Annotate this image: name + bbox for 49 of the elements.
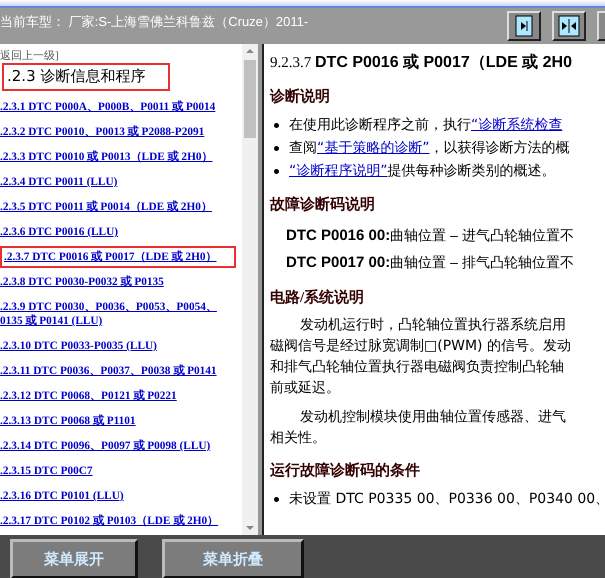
bullet-text: 未设置 DTC P0335 00、P0336 00、P0340 00、 — [289, 490, 605, 509]
section-heading: 故障诊断码说明 — [270, 195, 376, 214]
toolbar-button[interactable] — [507, 11, 541, 41]
bullet-icon — [274, 123, 279, 128]
bullet-text: 在使用此诊断程序之前，执行“诊断系统检查 — [289, 116, 562, 135]
section-heading: 电路/系统说明 — [270, 288, 366, 307]
code-description: DTC P0017 00:曲轴位置 – 排气凸轮轴位置不 — [285, 253, 575, 273]
link[interactable]: “诊断程序说明” — [289, 163, 388, 179]
tree-link[interactable]: .2.3.6 DTC P0016 (LLU) — [0, 225, 118, 239]
tree-link[interactable]: .2.3.3 DTC P0010 或 P0013（LDE 或 2H0） — [0, 150, 213, 164]
vehicle-model-label: 当前车型： 厂家:S-上海雪佛兰科鲁兹（Cruze）2011- — [0, 13, 308, 31]
paragraph-line: 和排气凸轮轴位置执行器电磁阀负责控制凸轮轴 — [270, 358, 565, 377]
link[interactable]: “基于策略的诊断” — [317, 140, 430, 156]
paragraph-line: 前或延迟。 — [270, 379, 341, 398]
bullet-text: 查阅“基于策略的诊断”，以获得诊断方法的概 — [289, 139, 570, 158]
back-link[interactable]: 返回上一级] — [0, 50, 59, 63]
scrollbar-thumb[interactable] — [244, 60, 256, 138]
tree-link[interactable]: .2.3.15 DTC P00C7 — [0, 464, 93, 478]
bullet-text: “诊断程序说明”提供每种诊断类别的概述。 — [289, 162, 556, 181]
paragraph-line: 相关性。 — [270, 429, 327, 448]
code-description: DTC P0016 00:曲轴位置 – 进气凸轮轴位置不 — [285, 226, 575, 246]
tree-link[interactable]: .2.3.14 DTC P0096、P0097 或 P0098 (LLU) — [0, 439, 210, 453]
link[interactable]: “诊断系统检查 — [471, 117, 562, 133]
bullet-icon — [274, 146, 279, 151]
tree-link[interactable]: .2.3.5 DTC P0011 或 P0014（LDE 或 2H0） — [0, 200, 212, 214]
section-heading: .2.3 诊断信息和程序 — [4, 65, 168, 89]
paragraph-line: 发动机运行时，凸轮轴位置执行器系统启用 — [299, 316, 567, 335]
tree-link[interactable]: .2.3.8 DTC P0030-P0032 或 P0135 — [0, 275, 164, 289]
document-title: 9.2.3.7 DTC P0016 或 P0017（LDE 或 2H0 — [270, 52, 573, 73]
tree-link[interactable]: .2.3.4 DTC P0011 (LLU) — [0, 175, 118, 189]
tree-link[interactable]: .2.3.10 DTC P0033-P0035 (LLU) — [0, 339, 157, 353]
arrows-inward-icon — [558, 15, 580, 37]
scrollbar[interactable] — [242, 44, 258, 535]
tree-link[interactable]: .2.3.13 DTC P0068 或 P1101 — [0, 414, 136, 428]
tree-link[interactable]: .2.3.2 DTC P0010、P0013 或 P2088-P2091 — [0, 125, 204, 139]
bullet-icon — [274, 497, 279, 502]
bullet-icon — [274, 169, 279, 174]
paragraph-line: 发动机控制模块使用曲轴位置传感器、进气 — [299, 408, 567, 427]
tree-link[interactable]: .2.3.9 DTC P0030、P0036、P0053、P0054、 0135 或 P0141 (LLU) — [0, 300, 217, 328]
toolbar-button[interactable] — [552, 11, 586, 41]
paragraph-line: 磁阀信号是经过脉宽调制□(PWM) 的信号。发动 — [270, 337, 572, 356]
tree-link[interactable]: .2.3.11 DTC P0036、P0037、P0038 或 P0141 — [0, 364, 217, 378]
tree-link[interactable]: .2.3.16 DTC P0101 (LLU) — [0, 489, 124, 503]
tree-link[interactable]: .2.3.17 DTC P0102 或 P0103（LDE 或 2H0） — [0, 514, 218, 528]
tree-link[interactable]: .2.3.12 DTC P0068、P0121 或 P0221 — [0, 389, 177, 403]
section-heading: 诊断说明 — [270, 87, 331, 106]
section-heading: 运行故障诊断码的条件 — [270, 461, 421, 480]
arrow-right-icon — [515, 15, 533, 37]
tree-link[interactable]: .2.3.1 DTC P000A、P000B、P0011 或 P0014 — [0, 100, 216, 114]
